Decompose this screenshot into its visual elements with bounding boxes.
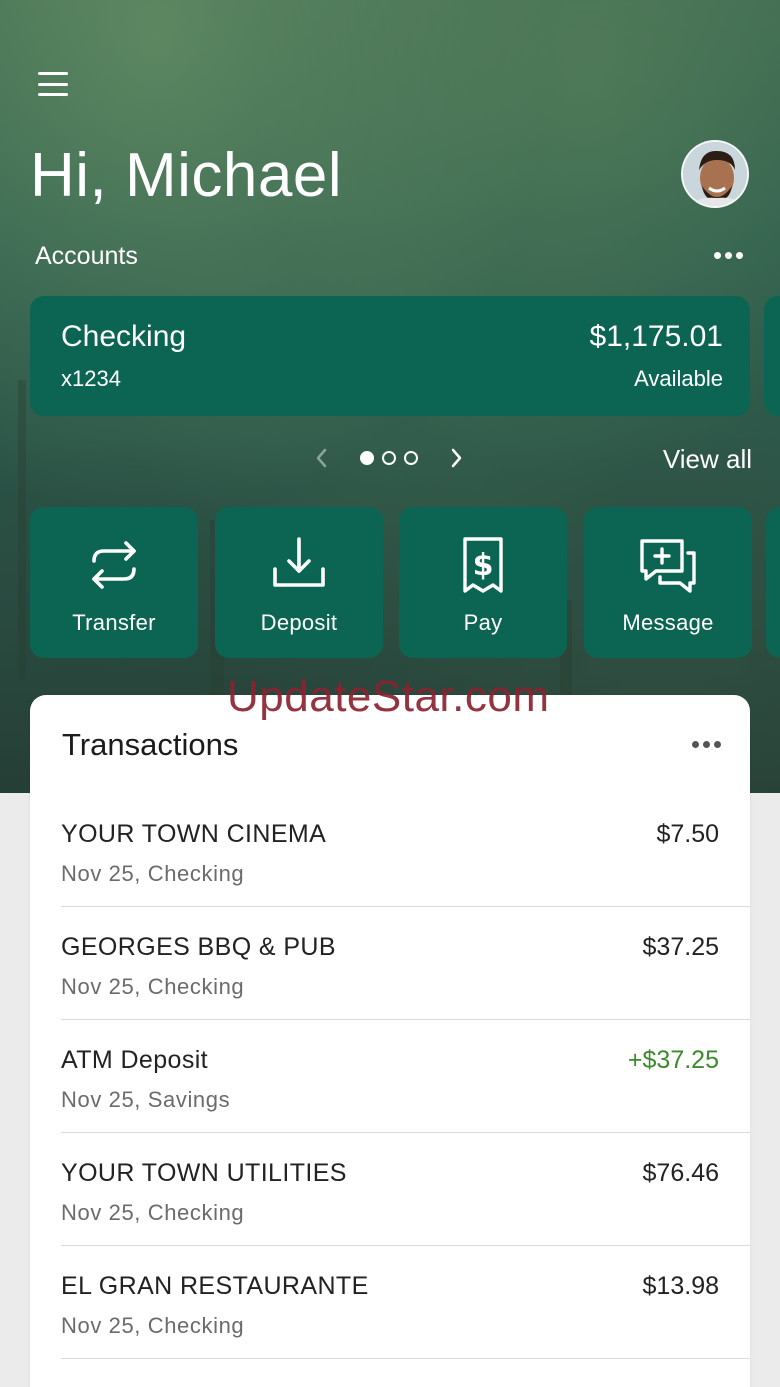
more-icon [692, 741, 699, 748]
transaction-row[interactable]: ATM Deposit Nov 25, Savings +$37.25 [61, 1020, 750, 1133]
transaction-name: ATM Deposit [61, 1046, 209, 1074]
transaction-row[interactable]: YOUR TOWN UTILITIES Nov 25, Checking $76… [61, 1133, 750, 1246]
account-name: Checking [61, 320, 187, 353]
transaction-amount: $7.50 [656, 820, 719, 848]
transaction-date-account: Nov 25, Checking [61, 1200, 245, 1225]
deposit-button[interactable]: Deposit [215, 507, 383, 658]
pay-label: Pay [463, 610, 503, 635]
chevron-right-icon[interactable] [444, 446, 468, 470]
accounts-more-button[interactable] [714, 252, 743, 259]
message-button[interactable]: Message [584, 507, 752, 658]
pay-icon: $ [463, 537, 503, 593]
transaction-amount: $13.98 [642, 1272, 719, 1300]
more-icon [714, 741, 721, 748]
transaction-amount: $37.25 [642, 933, 719, 961]
transaction-name: EL GRAN RESTAURANTE [61, 1272, 369, 1300]
transaction-name: YOUR TOWN CINEMA [61, 820, 327, 848]
transaction-amount: $76.46 [642, 1159, 719, 1187]
account-balance-label: Available [634, 366, 723, 391]
account-balance: $1,175.01 [589, 320, 723, 353]
transaction-date-account: Nov 25, Checking [61, 1313, 245, 1338]
more-icon [714, 252, 721, 259]
transfer-label: Transfer [72, 610, 156, 635]
message-icon [640, 539, 696, 593]
greeting-title: Hi, Michael [30, 141, 343, 210]
view-all-link[interactable]: View all [663, 444, 752, 475]
pager-dot-1[interactable] [360, 451, 374, 465]
transfer-icon [92, 541, 136, 589]
deposit-label: Deposit [260, 610, 338, 635]
transaction-row[interactable]: EL GRAN RESTAURANTE Nov 25, Checking $13… [61, 1246, 750, 1359]
transaction-row[interactable]: YOUR TOWN CINEMA Nov 25, Checking $7.50 [61, 794, 750, 907]
transaction-name: GEORGES BBQ & PUB [61, 933, 336, 961]
pay-button[interactable]: $ Pay [399, 507, 567, 658]
accounts-label: Accounts [35, 242, 138, 270]
avatar[interactable] [681, 140, 749, 208]
next-action-button[interactable] [766, 507, 780, 658]
transaction-amount-credit: +$37.25 [627, 1046, 719, 1074]
chevron-left-icon[interactable] [310, 446, 334, 470]
menu-button[interactable] [36, 70, 70, 98]
transaction-date-account: Nov 25, Checking [61, 861, 245, 886]
message-label: Message [622, 610, 714, 635]
transaction-date-account: Nov 25, Checking [61, 974, 245, 999]
transactions-title: Transactions [62, 727, 239, 762]
transactions-card: Transactions YOUR TOWN CINEMA Nov 25, Ch… [30, 695, 750, 1387]
account-number: x1234 [61, 366, 121, 391]
deposit-icon [273, 537, 325, 587]
transaction-name: YOUR TOWN UTILITIES [61, 1159, 347, 1187]
next-account-card[interactable] [764, 296, 780, 416]
menu-icon-bar [38, 93, 68, 96]
watermark-text: UpdateStar.com [227, 672, 550, 721]
account-carousel-pager [310, 444, 470, 472]
pager-dot-3[interactable] [404, 451, 418, 465]
transaction-row[interactable]: GEORGES BBQ & PUB Nov 25, Checking $37.2… [61, 907, 750, 1020]
transactions-more-button[interactable] [692, 741, 721, 748]
account-card-checking[interactable]: Checking x1234 $1,175.01 Available [30, 296, 750, 416]
pager-dot-2[interactable] [382, 451, 396, 465]
menu-icon-bar [38, 72, 68, 75]
transaction-date-account: Nov 25, Savings [61, 1087, 231, 1112]
menu-icon-bar [38, 82, 68, 86]
more-icon [703, 741, 710, 748]
transfer-button[interactable]: Transfer [30, 507, 198, 658]
more-icon [736, 252, 743, 259]
svg-text:$: $ [473, 548, 494, 583]
more-icon [725, 252, 732, 259]
